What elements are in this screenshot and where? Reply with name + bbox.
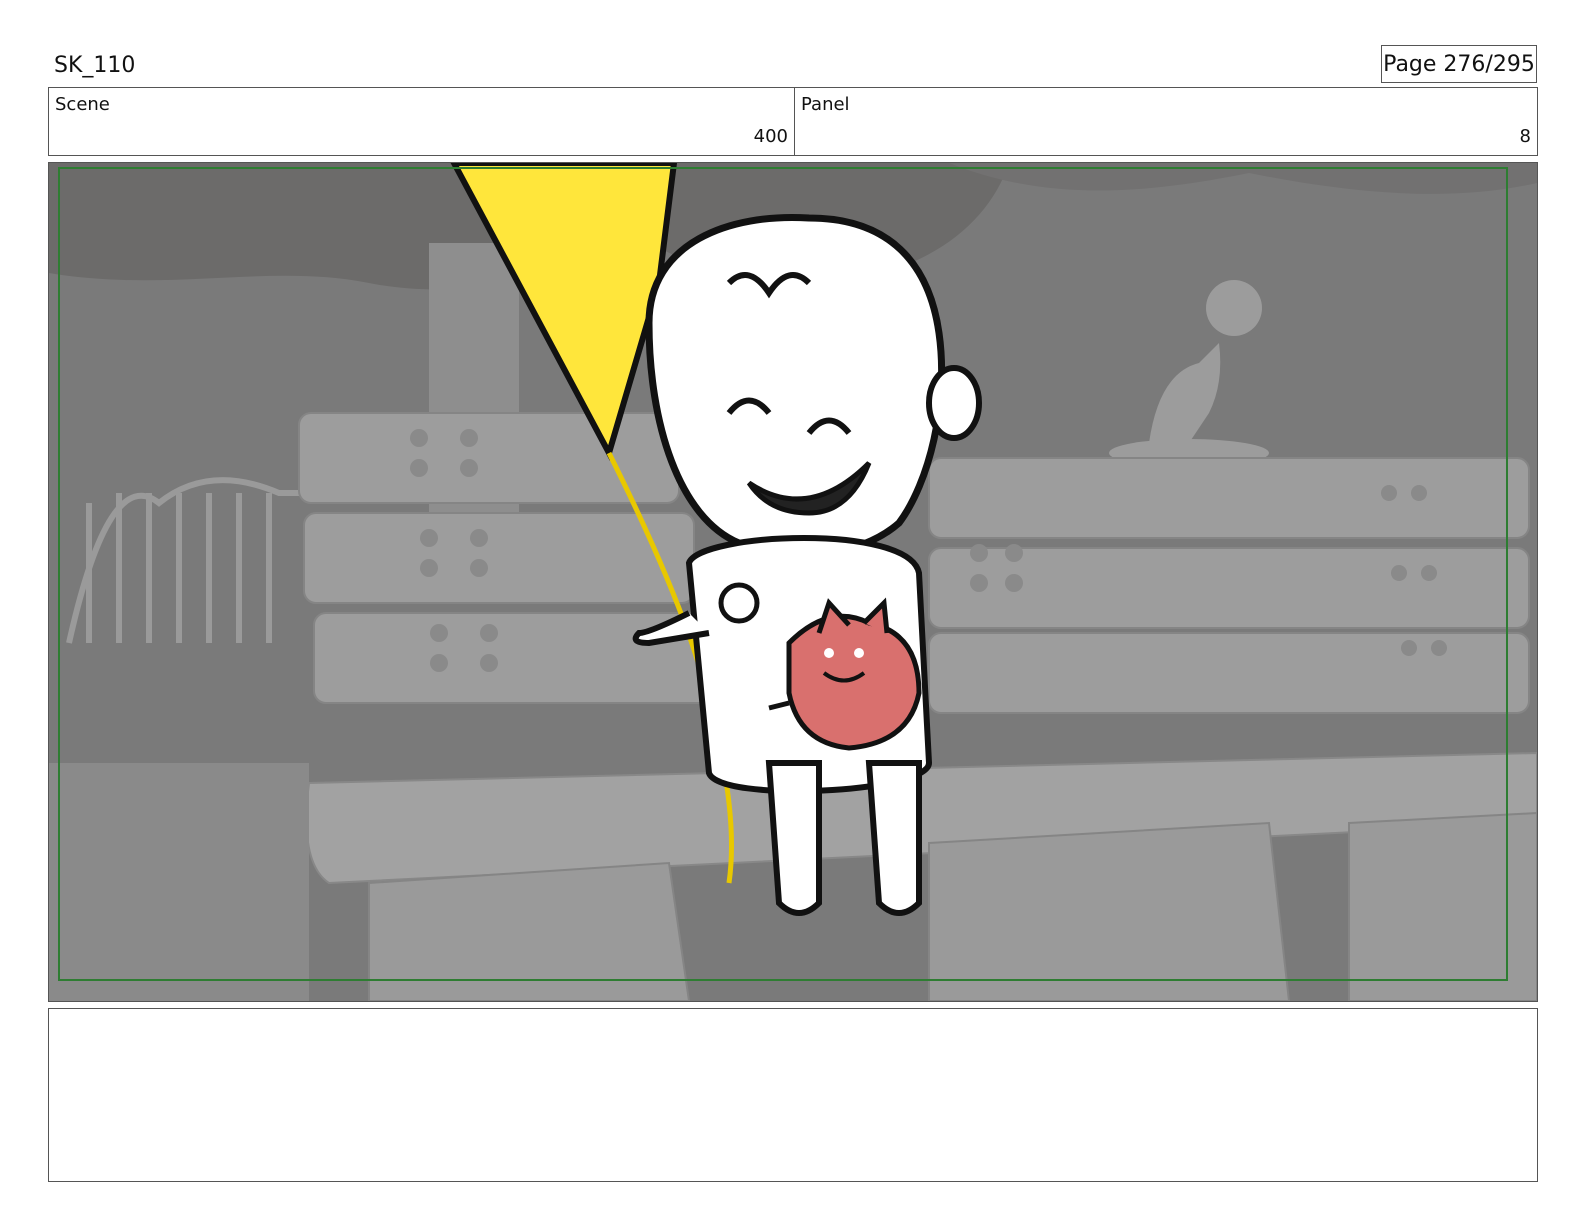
storyboard-frame	[48, 162, 1538, 1002]
info-row: Scene 400 Panel 8	[48, 87, 1538, 156]
notes-area	[48, 1008, 1538, 1182]
panel-value: 8	[1519, 126, 1531, 147]
scene-cell: Scene 400	[49, 88, 795, 155]
ground	[49, 763, 309, 1001]
bench-back-left	[298, 412, 715, 704]
panel-label: Panel	[801, 94, 850, 115]
panel-cell: Panel 8	[795, 88, 1537, 155]
doc-title: SK_110	[54, 53, 136, 78]
scene-label: Scene	[55, 94, 110, 115]
storyboard-image	[49, 163, 1537, 1001]
scene-value: 400	[753, 126, 788, 147]
page-number: Page 276/295	[1381, 45, 1537, 83]
